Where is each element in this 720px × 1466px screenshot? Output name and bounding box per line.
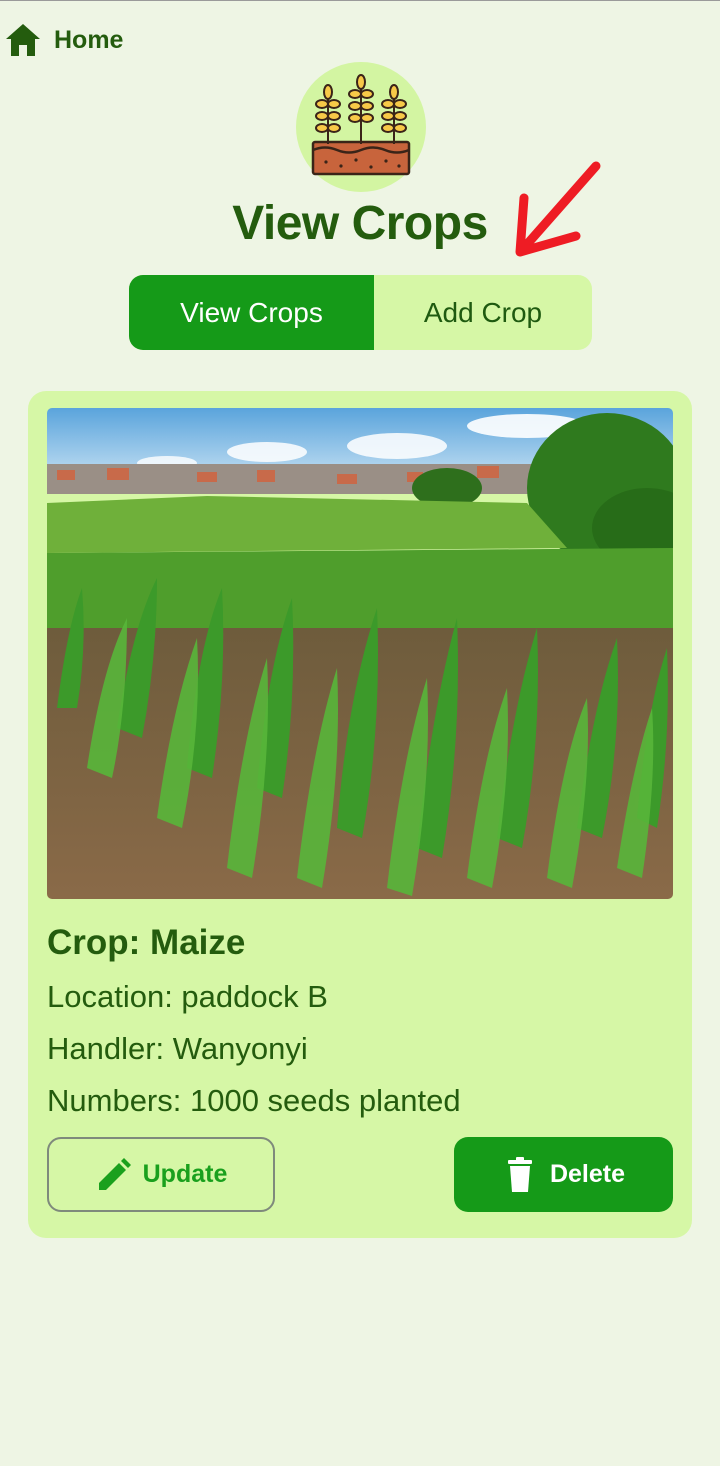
pencil-icon [95,1156,143,1194]
delete-label: Delete [549,1160,626,1188]
crop-handler: Handler: Wanyonyi [47,1031,308,1066]
crop-card: Crop: Maize Location: paddock B Handler:… [28,391,692,1238]
crop-name: Crop: Maize [47,923,246,962]
wheat-crops-icon [296,62,426,192]
crop-location: Location: paddock B [47,979,328,1014]
maize-field-photo [47,408,673,899]
home-label: Home [54,25,124,54]
app-logo [296,62,426,192]
status-divider [0,0,720,1]
tab-view-crops[interactable]: View Crops [129,275,374,350]
red-arrow-icon [510,158,610,262]
update-button[interactable]: Update [47,1137,275,1212]
update-label: Update [142,1160,228,1188]
trash-icon [502,1156,550,1194]
tab-add-crop[interactable]: Add Crop [374,275,592,350]
page-title: View Crops [232,197,488,250]
home-icon [4,22,42,58]
tab-bar: View Crops Add Crop [129,275,592,350]
delete-button[interactable]: Delete [454,1137,673,1212]
crop-numbers: Numbers: 1000 seeds planted [47,1083,461,1118]
home-link[interactable]: Home [4,20,123,60]
